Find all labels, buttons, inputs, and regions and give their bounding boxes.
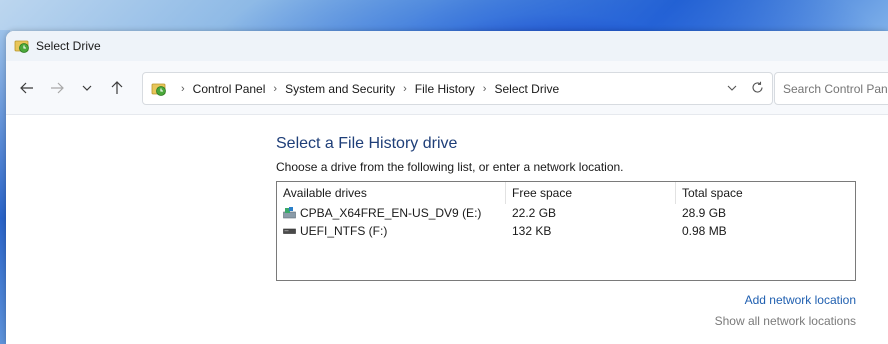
- arrow-right-icon: [51, 82, 64, 93]
- search-box[interactable]: [774, 72, 888, 105]
- title-bar: Select Drive: [6, 31, 888, 61]
- arrow-left-icon: [20, 82, 33, 93]
- chevron-right-icon: ›: [181, 82, 185, 95]
- table-row[interactable]: UEFI_NTFS (F:) 132 KB 0.98 MB: [277, 222, 855, 240]
- add-network-location-link[interactable]: Add network location: [276, 293, 856, 307]
- total-space-cell: 0.98 MB: [682, 224, 727, 238]
- drive-name-cell: CPBA_X64FRE_EN-US_DV9 (E:): [277, 206, 505, 220]
- column-header-available-drives[interactable]: Available drives: [277, 182, 505, 204]
- breadcrumb-select-drive[interactable]: Select Drive: [494, 82, 559, 96]
- drive-list[interactable]: Available drives Free space Total space …: [276, 181, 856, 281]
- drive-name: CPBA_X64FRE_EN-US_DV9 (E:): [300, 206, 482, 220]
- select-drive-window: Select Drive › Control Panel › System an…: [6, 31, 888, 344]
- optical-drive-icon: [283, 207, 296, 219]
- drive-name-cell: UEFI_NTFS (F:): [277, 224, 505, 238]
- show-all-network-locations-link[interactable]: Show all network locations: [276, 314, 856, 328]
- network-links: Add network location Show all network lo…: [276, 293, 856, 328]
- breadcrumb-control-panel[interactable]: Control Panel: [193, 82, 266, 96]
- chevron-right-icon[interactable]: ›: [403, 83, 407, 95]
- chevron-down-icon: [82, 85, 92, 91]
- arrow-up-icon: [111, 80, 123, 94]
- search-input[interactable]: [783, 81, 888, 96]
- file-history-icon: [14, 38, 30, 54]
- window-title: Select Drive: [36, 39, 101, 53]
- recent-locations-button[interactable]: [74, 75, 100, 101]
- main-content: Select a File History drive Choose a dri…: [276, 135, 866, 281]
- column-header-total-space[interactable]: Total space: [675, 182, 855, 204]
- column-header-free-space[interactable]: Free space: [505, 182, 675, 204]
- instruction-text: Choose a drive from the following list, …: [276, 160, 624, 174]
- page-title: Select a File History drive: [276, 135, 458, 152]
- breadcrumb-file-history[interactable]: File History: [415, 82, 475, 96]
- back-button[interactable]: [14, 75, 40, 101]
- free-space-cell: 132 KB: [512, 224, 552, 238]
- refresh-icon: [752, 81, 763, 93]
- control-panel-icon: [151, 81, 167, 97]
- address-dropdown-button[interactable]: [727, 82, 737, 96]
- breadcrumb-system-and-security[interactable]: System and Security: [285, 82, 395, 96]
- removable-drive-icon: [283, 225, 296, 237]
- forward-button[interactable]: [44, 75, 70, 101]
- list-header: Available drives Free space Total space: [277, 182, 855, 204]
- address-bar[interactable]: › Control Panel › System and Security › …: [142, 72, 773, 105]
- up-button[interactable]: [104, 75, 130, 101]
- chevron-down-icon: [727, 85, 737, 91]
- chevron-right-icon[interactable]: ›: [483, 83, 487, 95]
- drive-name: UEFI_NTFS (F:): [300, 224, 388, 238]
- table-row[interactable]: CPBA_X64FRE_EN-US_DV9 (E:) 22.2 GB 28.9 …: [277, 204, 855, 222]
- chevron-right-icon[interactable]: ›: [273, 83, 277, 95]
- refresh-button[interactable]: [751, 81, 764, 97]
- free-space-cell: 22.2 GB: [512, 206, 557, 220]
- total-space-cell: 28.9 GB: [682, 206, 727, 220]
